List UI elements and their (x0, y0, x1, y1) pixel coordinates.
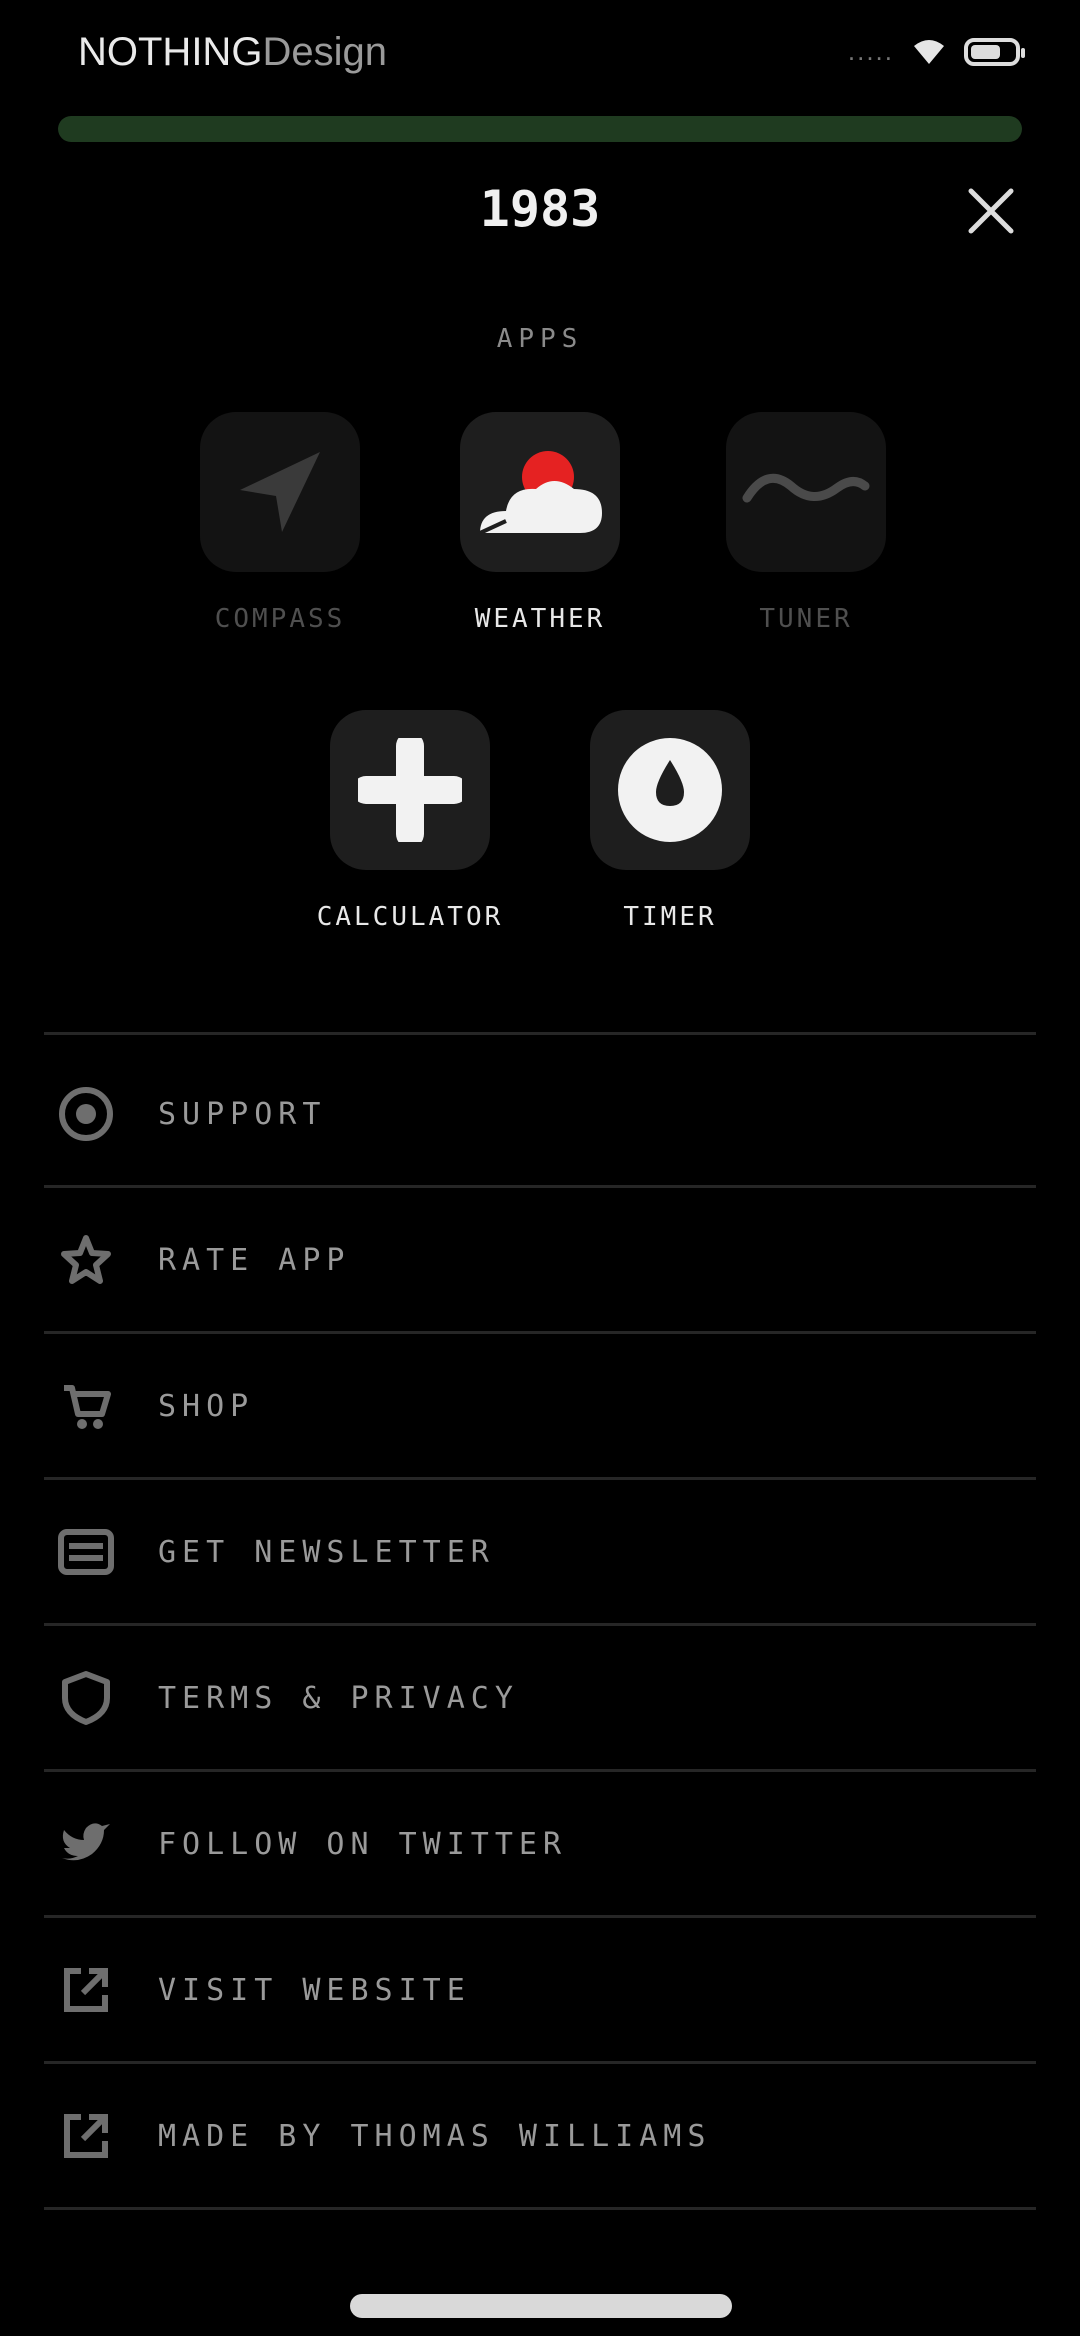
external-link-icon (56, 2106, 116, 2166)
menu-item-terms-privacy[interactable]: TERMS & PRIVACY (44, 1628, 1036, 1768)
status-bar: NOTHINGDesign ..... (0, 0, 1080, 100)
app-tile (330, 710, 490, 870)
battery-icon (964, 37, 1025, 66)
menu-label: MADE BY THOMAS WILLIAMS (158, 2118, 712, 2154)
divider (44, 1623, 1036, 1626)
app-tile (200, 412, 360, 572)
external-link-icon (56, 1960, 116, 2020)
app-calculator[interactable]: CALCULATOR (310, 710, 510, 932)
progress-bar (58, 116, 1022, 142)
app-label: WEATHER (474, 604, 606, 634)
divider (44, 1032, 1036, 1035)
menu-item-rate-app[interactable]: RATE APP (44, 1190, 1036, 1330)
carrier-name: NOTHINGDesign (78, 30, 387, 75)
apps-section-label: APPS (496, 324, 584, 354)
status-icons: ..... (847, 36, 1025, 67)
support-icon (56, 1084, 116, 1144)
app-label: CALCULATOR (316, 902, 504, 932)
star-icon (56, 1230, 116, 1290)
menu-item-twitter[interactable]: FOLLOW ON TWITTER (44, 1774, 1036, 1914)
page-title: 1983 (479, 180, 601, 238)
carrier-light: Design (262, 30, 387, 74)
timer-drop-icon (618, 738, 722, 842)
menu-label: SUPPORT (158, 1096, 327, 1132)
progress-fill (58, 116, 1022, 142)
app-tile (726, 412, 886, 572)
divider (44, 1185, 1036, 1188)
app-label: TUNER (759, 604, 853, 634)
menu-label: FOLLOW ON TWITTER (158, 1826, 568, 1862)
app-timer[interactable]: TIMER (570, 710, 770, 932)
divider (44, 2061, 1036, 2064)
shield-icon (56, 1668, 116, 1728)
menu-label: RATE APP (158, 1242, 351, 1278)
app-label: TIMER (623, 902, 717, 932)
menu-label: VISIT WEBSITE (158, 1972, 471, 2008)
divider (44, 2207, 1036, 2210)
app-weather[interactable]: WEATHER (440, 412, 640, 634)
app-label: COMPASS (214, 604, 346, 634)
twitter-icon (56, 1814, 116, 1874)
navigation-arrow-icon (240, 452, 320, 532)
close-icon (968, 188, 1014, 234)
app-tile (460, 412, 620, 572)
app-tile (590, 710, 750, 870)
shop-icon (56, 1376, 116, 1436)
carrier-bold: NOTHING (78, 30, 263, 74)
menu-item-made-by[interactable]: MADE BY THOMAS WILLIAMS (44, 2066, 1036, 2206)
app-tuner[interactable]: TUNER (706, 412, 906, 634)
menu-item-newsletter[interactable]: GET NEWSLETTER (44, 1482, 1036, 1622)
divider (44, 1915, 1036, 1918)
divider (44, 1477, 1036, 1480)
menu-item-shop[interactable]: SHOP (44, 1336, 1036, 1476)
menu-label: GET NEWSLETTER (158, 1534, 495, 1570)
menu-label: SHOP (158, 1388, 255, 1424)
app-compass[interactable]: COMPASS (180, 412, 380, 634)
signal-indicator: ..... (847, 36, 894, 66)
divider (44, 1331, 1036, 1334)
home-indicator[interactable] (350, 2294, 732, 2318)
wifi-icon (914, 39, 944, 64)
newsletter-icon (56, 1522, 116, 1582)
wave-icon (742, 473, 870, 503)
calculator-plus-icon (358, 738, 462, 842)
menu-item-support[interactable]: SUPPORT (44, 1044, 1036, 1184)
divider (44, 1769, 1036, 1772)
close-button[interactable] (956, 176, 1026, 246)
menu-label: TERMS & PRIVACY (158, 1680, 519, 1716)
weather-cloud-sun-icon (479, 451, 602, 535)
menu-item-visit-website[interactable]: VISIT WEBSITE (44, 1920, 1036, 2060)
